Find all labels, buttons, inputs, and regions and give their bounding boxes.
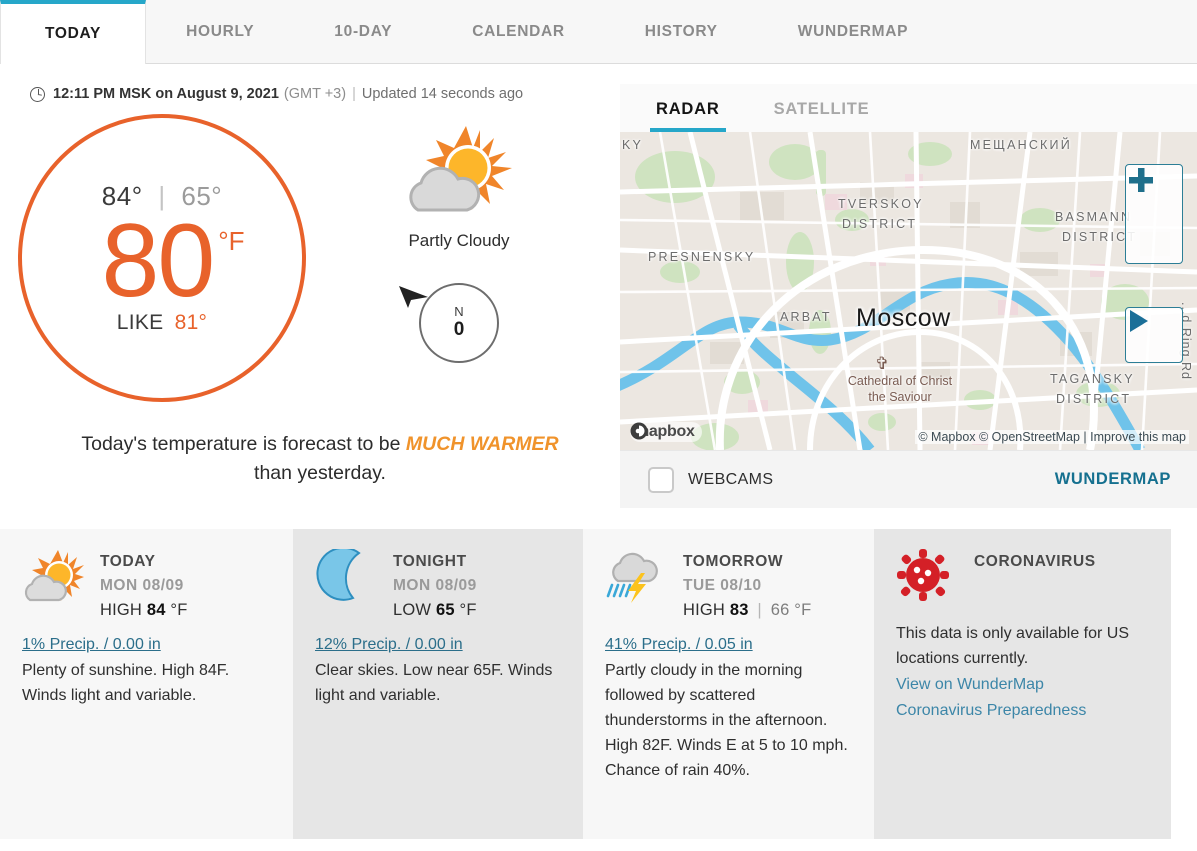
tab-radar[interactable]: RADAR [650, 100, 726, 132]
card-temp-unit: °F [170, 601, 188, 619]
wind-direction-arrow [397, 281, 431, 316]
webcams-toggle-group[interactable]: WEBCAMS [648, 466, 774, 493]
map-zoom-in-button[interactable] [1125, 164, 1183, 264]
temperature-unit: °F [218, 225, 245, 256]
tab-10-day[interactable]: 10-DAY [294, 0, 432, 63]
card-temp-unit: °F [794, 601, 812, 619]
thunderstorm-icon [605, 549, 671, 610]
map-poi-label: Cathedral of Christ the Saviour [847, 374, 953, 404]
wind-compass: N 0 [399, 283, 499, 363]
precip-link[interactable]: 1% Precip. / 0.00 in [22, 636, 161, 654]
card-temp-value: 65 [435, 601, 455, 619]
mapbox-logo: mapbox [630, 422, 702, 442]
temperature-circle: 84° | 65° 80 °F LIKE 81° [18, 114, 306, 402]
card-title: TONIGHT [393, 553, 467, 570]
partly-cloudy-day-icon [22, 549, 88, 610]
map-play-button[interactable] [1125, 307, 1183, 363]
feels-like-value: 81° [174, 311, 208, 335]
observation-timestamp: 12:11 PM MSK on August 9, 2021 (GMT +3) … [0, 64, 620, 102]
timestamp-separator: | [352, 86, 356, 102]
map-city-label: Moscow [856, 304, 951, 332]
tab-hourly[interactable]: HOURLY [146, 0, 294, 63]
virus-icon [896, 549, 962, 606]
forecast-suffix: than yesterday. [254, 462, 386, 485]
wind-speed: 0 [453, 318, 465, 340]
moon-icon [315, 546, 381, 610]
current-conditions-panel: 12:11 PM MSK on August 9, 2021 (GMT +3) … [0, 64, 620, 504]
radar-footer: WEBCAMS WUNDERMAP [620, 450, 1197, 508]
card-meta: TODAY MON 08/09 HIGH 84 °F [100, 553, 188, 620]
wind-direction: N [454, 304, 464, 320]
card-meta: TOMORROW TUE 08/10 HIGH 83 | 66 °F [683, 553, 811, 620]
card-temp-divider: | [757, 601, 762, 619]
precip-link[interactable]: 12% Precip. / 0.00 in [315, 636, 463, 654]
view-on-wundermap-link[interactable]: View on WunderMap [896, 672, 1149, 698]
forecast-emphasis: MUCH WARMER [405, 433, 559, 455]
card-meta: TONIGHT MON 08/09 LOW 65 °F [393, 553, 477, 620]
card-temp-value: 83 [729, 601, 749, 619]
precip-link[interactable]: 41% Precip. / 0.05 in [605, 636, 753, 654]
card-temp-value: 84 [146, 601, 166, 619]
coronavirus-preparedness-link[interactable]: Coronavirus Preparedness [896, 698, 1149, 724]
radar-map[interactable]: KY МЕЩАНСКИЙ TVERSKOY DISTRICT PRESNENSK… [620, 132, 1197, 450]
forecast-card-tonight: TONIGHT MON 08/09 LOW 65 °F 12% Precip. … [293, 529, 583, 839]
card-header: TODAY MON 08/09 HIGH 84 °F [22, 550, 271, 620]
card-temp-label: LOW [393, 601, 432, 619]
tab-history[interactable]: HISTORY [605, 0, 758, 63]
feels-like-row: LIKE 81° [117, 311, 208, 335]
current-temp-value: 80 [101, 202, 216, 319]
partly-cloudy-icon [404, 124, 514, 227]
cathedral-cross-icon: ✞ [875, 354, 890, 373]
tab-satellite[interactable]: SATELLITE [768, 100, 876, 132]
forecast-cards-row: TODAY MON 08/09 HIGH 84 °F 1% Precip. / … [0, 529, 1197, 839]
main-tab-bar: TODAY HOURLY 10-DAY CALENDAR HISTORY WUN… [0, 0, 1197, 64]
forecast-card-today: TODAY MON 08/09 HIGH 84 °F 1% Precip. / … [0, 529, 293, 839]
card-description: Plenty of sunshine. High 84F. Winds ligh… [22, 662, 230, 704]
map-attribution[interactable]: © Mapbox © OpenStreetMap | Improve this … [915, 430, 1189, 444]
tab-calendar[interactable]: CALENDAR [432, 0, 605, 63]
webcams-checkbox[interactable] [648, 466, 674, 493]
card-title: TOMORROW [683, 553, 784, 570]
card-temp-label: HIGH [683, 601, 726, 619]
current-temperature: 80 °F [101, 202, 245, 319]
card-temp-low: 66 [770, 601, 790, 619]
radar-panel-wrapper: RADAR SATELLITE KY МЕЩАНСКИЙ TVERSKOY DI… [620, 64, 1197, 508]
card-temperature: LOW 65 °F [393, 601, 477, 620]
card-date: MON 08/09 [393, 577, 477, 594]
card-temperature: HIGH 84 °F [100, 601, 188, 620]
wundermap-link[interactable]: WUNDERMAP [1055, 470, 1171, 489]
card-header: TONIGHT MON 08/09 LOW 65 °F [315, 546, 561, 620]
card-temp-unit: °F [459, 601, 477, 619]
webcams-label: WEBCAMS [688, 470, 774, 488]
card-description: Partly cloudy in the morning followed by… [605, 662, 848, 779]
radar-tab-bar: RADAR SATELLITE [620, 84, 1197, 132]
tab-wundermap[interactable]: WUNDERMAP [758, 0, 949, 63]
card-header: CORONAVIRUS [896, 549, 1149, 606]
card-temp-label: HIGH [100, 601, 143, 619]
observation-gmt: (GMT +3) [283, 86, 347, 102]
coronavirus-card: CORONAVIRUS This data is only available … [874, 529, 1171, 839]
observation-time: 12:11 PM MSK on August 9, 2021 [53, 86, 279, 102]
current-readout-row: 84° | 65° 80 °F LIKE 81° Partly Cloudy N… [0, 114, 620, 402]
forecast-card-tomorrow: TOMORROW TUE 08/10 HIGH 83 | 66 °F 41% P… [583, 529, 874, 839]
condition-label: Partly Cloudy [408, 231, 510, 250]
radar-panel: RADAR SATELLITE KY МЕЩАНСКИЙ TVERSKOY DI… [620, 84, 1197, 508]
forecast-prefix: Today's temperature is forecast to be [81, 433, 401, 455]
card-title: TODAY [100, 553, 156, 570]
card-header: TOMORROW TUE 08/10 HIGH 83 | 66 °F [605, 552, 852, 620]
card-date: TUE 08/10 [683, 577, 762, 594]
clock-icon [30, 86, 45, 102]
coronavirus-text: This data is only available for US locat… [896, 625, 1129, 667]
forecast-sentence: Today's temperature is forecast to be MU… [45, 430, 575, 489]
card-date: MON 08/09 [100, 577, 184, 594]
card-temperature: HIGH 83 | 66 °F [683, 601, 811, 620]
card-description: Clear skies. Low near 65F. Winds light a… [315, 662, 553, 704]
card-meta: CORONAVIRUS [974, 553, 1096, 577]
tab-today[interactable]: TODAY [0, 0, 147, 64]
condition-block: Partly Cloudy N 0 [364, 124, 554, 363]
main-content: 12:11 PM MSK on August 9, 2021 (GMT +3) … [0, 64, 1197, 508]
updated-text: Updated 14 seconds ago [361, 86, 524, 102]
feels-like-label: LIKE [116, 311, 164, 335]
coronavirus-title: CORONAVIRUS [974, 553, 1096, 570]
